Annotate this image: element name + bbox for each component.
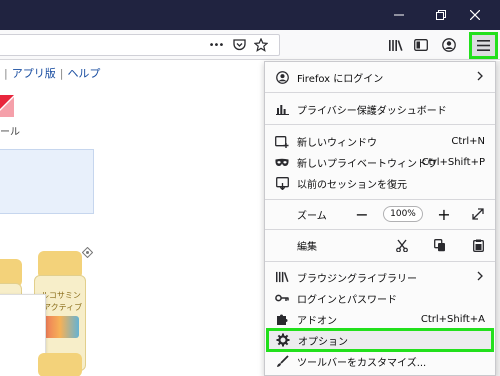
menu-item-label: オプション: [298, 336, 348, 348]
close-icon: [470, 10, 480, 20]
copy-icon: [434, 238, 445, 251]
menu-divider: [265, 92, 495, 93]
hamburger-menu-icon: [477, 40, 490, 51]
paste-button[interactable]: [467, 234, 489, 256]
menu-item-logins[interactable]: ログインとパスワード: [265, 287, 495, 309]
menu-item-new-window[interactable]: 新しいウィンドウ Ctrl+N: [265, 130, 495, 152]
site-logo-icon[interactable]: [0, 95, 14, 117]
new-window-icon: [275, 134, 289, 148]
info-box: [0, 149, 94, 214]
restore-button[interactable]: [424, 0, 458, 30]
menu-item-privacy-dashboard[interactable]: プライバシー保護ダッシュボード: [265, 98, 495, 120]
private-mask-icon: [275, 155, 289, 169]
puzzle-icon: [275, 312, 289, 326]
web-page-content: | アプリ版 | ヘルプ ール ルコサミン アクティブ: [0, 61, 264, 376]
copy-button[interactable]: [429, 234, 451, 256]
open-menu-button[interactable]: [469, 32, 498, 59]
url-bar[interactable]: •••: [0, 34, 280, 56]
chevron-right-icon: [477, 271, 483, 284]
library-icon[interactable]: [386, 37, 404, 53]
link-separator: |: [4, 67, 8, 80]
library-icon: [275, 270, 289, 284]
fullscreen-icon: [472, 208, 484, 220]
star-icon[interactable]: [253, 37, 269, 53]
menu-item-addons[interactable]: アドオン Ctrl+Shift+A: [265, 308, 495, 330]
menu-item-zoom: ズーム − 100% +: [265, 203, 495, 225]
product-label-graphic: [41, 316, 79, 338]
restore-session-icon: [275, 176, 289, 190]
product-bottle-image[interactable]: [38, 353, 82, 376]
zoom-out-button[interactable]: −: [351, 203, 373, 225]
menu-item-library[interactable]: ブラウジングライブラリー: [265, 266, 495, 288]
menu-item-label: ログインとパスワード: [297, 294, 397, 306]
fullscreen-button[interactable]: [467, 203, 489, 225]
app-version-link[interactable]: アプリ版: [12, 67, 56, 80]
scissors-icon: [396, 239, 408, 252]
menu-item-label: 以前のセッションを復元: [297, 179, 407, 191]
menu-item-label: アドオン: [297, 315, 337, 327]
sidebar-icon[interactable]: [412, 37, 430, 53]
menu-item-customize[interactable]: ツールバーをカスタマイズ...: [265, 350, 495, 372]
gear-icon: [276, 333, 290, 347]
menu-divider: [265, 229, 495, 230]
key-icon: [275, 291, 289, 305]
menu-divider: [265, 124, 495, 125]
zoom-label: ズーム: [297, 210, 327, 222]
close-button[interactable]: [458, 0, 492, 30]
menu-item-options[interactable]: オプション: [266, 328, 494, 352]
menu-item-label: ブラウジングライブラリー: [297, 273, 417, 285]
product-label: ルコサミン: [41, 291, 81, 300]
menu-item-edit: 編集: [265, 234, 495, 256]
product-label: アクティブ: [43, 303, 83, 312]
title-bar: [0, 0, 500, 30]
menu-divider: [265, 261, 495, 262]
menu-item-label: 新しいプライベートウィンドウ: [297, 158, 437, 170]
menu-item-label: Firefox にログイン: [297, 73, 384, 85]
account-icon[interactable]: [440, 37, 458, 53]
zoom-in-button[interactable]: +: [433, 203, 455, 225]
chevron-right-icon: [477, 71, 483, 84]
menu-item-shortcut: Ctrl+Shift+A: [420, 313, 485, 325]
menu-item-label: 新しいウィンドウ: [297, 137, 377, 149]
app-menu-panel: Firefox にログイン プライバシー保護ダッシュボード 新しいウィンドウ C…: [264, 61, 496, 376]
minimize-button[interactable]: [382, 0, 416, 30]
menu-item-login[interactable]: Firefox にログイン: [265, 66, 495, 88]
page-actions-icon[interactable]: •••: [207, 36, 225, 54]
brush-icon: [275, 354, 289, 368]
menu-item-shortcut: Ctrl+N: [451, 135, 485, 147]
dashboard-icon: [275, 102, 289, 116]
menu-item-shortcut: Ctrl+Shift+P: [421, 156, 485, 168]
menu-item-private-window[interactable]: 新しいプライベートウィンドウ Ctrl+Shift+P: [265, 151, 495, 173]
cut-button[interactable]: [391, 234, 413, 256]
pocket-icon[interactable]: [231, 37, 247, 53]
account-icon: [275, 70, 289, 84]
minimize-icon: [394, 14, 404, 16]
menu-item-label: プライバシー保護ダッシュボード: [297, 105, 447, 117]
edit-label: 編集: [297, 241, 317, 253]
restore-icon: [436, 10, 446, 20]
page-top-links: | アプリ版 | ヘルプ: [0, 65, 100, 81]
nav-bar: •••: [0, 30, 500, 60]
zoom-reset-button[interactable]: 100%: [383, 206, 423, 222]
link-separator: |: [59, 67, 64, 80]
ad-choices-icon[interactable]: [82, 247, 93, 258]
logo-text: ール: [0, 127, 20, 138]
clipboard-icon: [472, 239, 484, 252]
help-link[interactable]: ヘルプ: [67, 67, 100, 80]
menu-divider: [265, 199, 495, 200]
menu-item-restore-session[interactable]: 以前のセッションを復元: [265, 172, 495, 194]
menu-item-label: ツールバーをカスタマイズ...: [297, 357, 427, 369]
